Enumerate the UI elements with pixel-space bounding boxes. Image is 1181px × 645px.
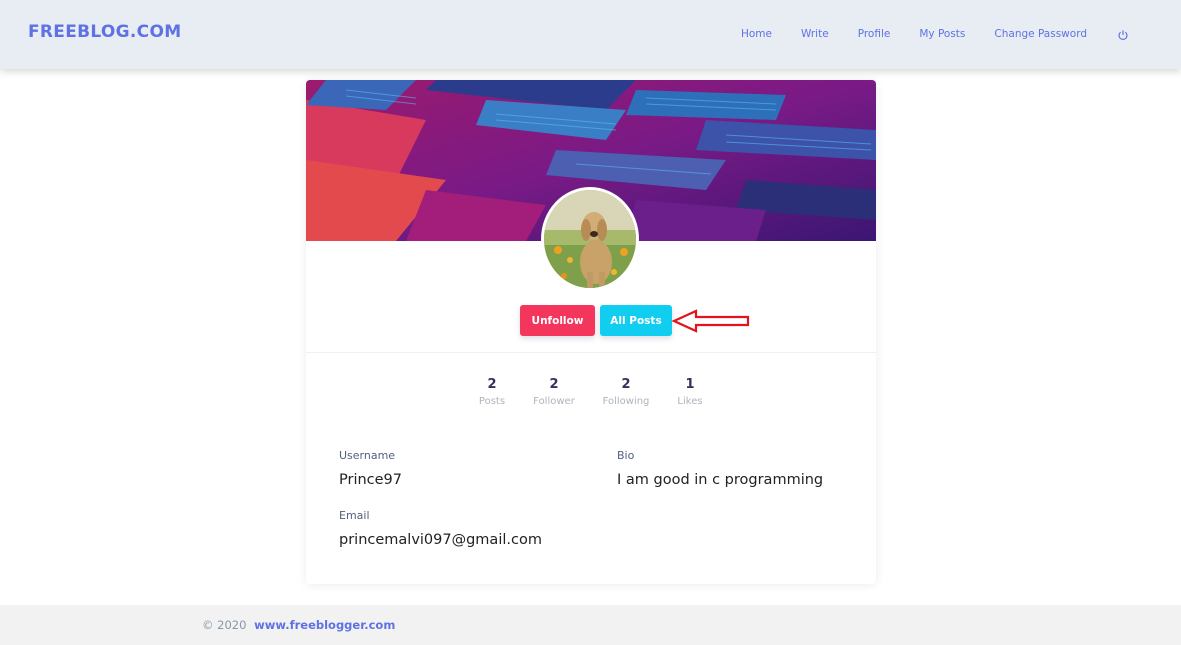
all-posts-button[interactable]: All Posts (600, 305, 672, 336)
username-value: Prince97 (339, 472, 403, 488)
stat-following-value: 2 (621, 377, 631, 392)
brand-logo[interactable]: FREEBLOG.COM (28, 22, 181, 42)
stat-following: 2 Following (596, 377, 656, 407)
copyright: © 2020 www.freeblogger.com (202, 618, 395, 632)
footer-link[interactable]: www.freeblogger.com (254, 618, 395, 632)
email-value: princemalvi097@gmail.com (339, 532, 542, 548)
unfollow-button[interactable]: Unfollow (520, 305, 595, 336)
username-label: Username (339, 449, 396, 462)
stat-posts-label: Posts (478, 396, 506, 407)
stat-following-label: Following (602, 396, 650, 407)
profile-card: Unfollow All Posts 2 Posts 2 Follower 2 … (306, 80, 876, 584)
footer: © 2020 www.freeblogger.com (0, 605, 1181, 645)
nav-home-link[interactable]: Home (741, 28, 772, 40)
stat-likes-value: 1 (685, 377, 695, 392)
nav-menu: Home Write Profile My Posts Change Passw… (712, 28, 1129, 40)
navbar: FREEBLOG.COM Home Write Profile My Posts… (0, 0, 1181, 69)
bio-label: Bio (617, 449, 635, 462)
bio-value: I am good in c programming (617, 472, 824, 488)
nav-profile-link[interactable]: Profile (858, 28, 891, 40)
divider (306, 352, 876, 353)
annotation-arrow-icon (671, 309, 750, 333)
stat-follower-label: Follower (533, 396, 575, 407)
copyright-text: © 2020 (202, 618, 247, 632)
power-icon[interactable] (1117, 28, 1129, 40)
nav-write-link[interactable]: Write (801, 28, 829, 40)
stat-posts: 2 Posts (462, 377, 522, 407)
stat-likes-label: Likes (677, 396, 703, 407)
stat-posts-value: 2 (487, 377, 497, 392)
stat-follower-value: 2 (549, 377, 559, 392)
stat-likes: 1 Likes (660, 377, 720, 407)
nav-my-posts-link[interactable]: My Posts (919, 28, 965, 40)
email-label: Email (339, 509, 370, 522)
avatar (541, 187, 639, 291)
stat-follower: 2 Follower (524, 377, 584, 407)
nav-change-password-link[interactable]: Change Password (994, 28, 1087, 40)
